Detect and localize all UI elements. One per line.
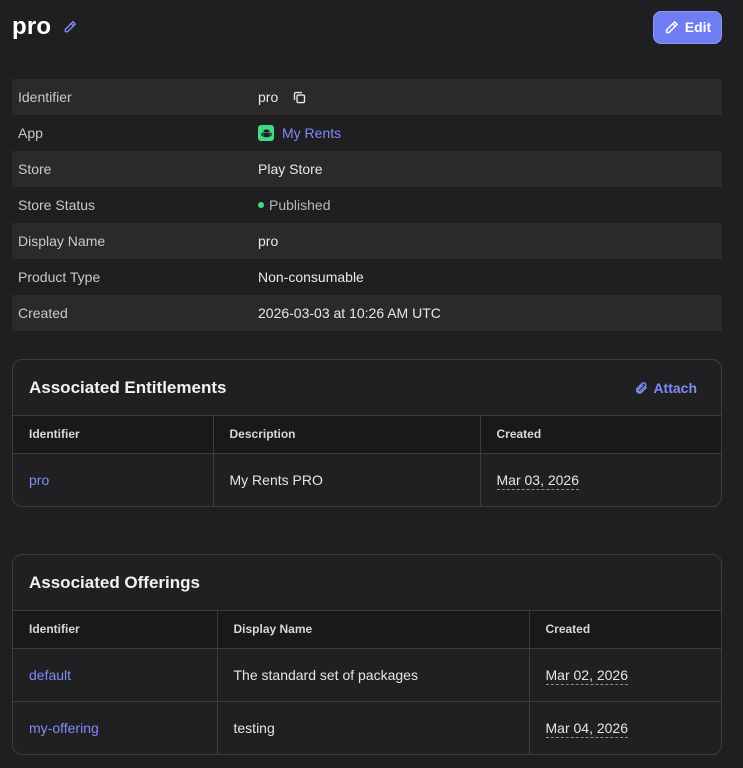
detail-value: Published xyxy=(258,197,331,213)
column-header[interactable]: Created xyxy=(529,611,721,649)
table-cell: Mar 02, 2026 xyxy=(529,648,721,702)
detail-value: pro xyxy=(258,89,307,105)
offerings-card: Associated Offerings Identifier Display … xyxy=(12,554,722,755)
offering-link[interactable]: my-offering xyxy=(29,720,99,736)
attach-label: Attach xyxy=(653,379,697,396)
created-date: Mar 03, 2026 xyxy=(496,471,579,490)
column-header[interactable]: Display Name xyxy=(217,611,530,649)
edit-button[interactable]: Edit xyxy=(653,10,722,44)
detail-row-identifier: Identifier pro xyxy=(12,79,722,115)
detail-row-app: App My Rents xyxy=(12,115,722,151)
detail-value: Play Store xyxy=(258,161,323,177)
detail-row-product-type: Product Type Non-consumable xyxy=(12,259,722,295)
edit-label: Edit xyxy=(684,19,712,35)
created-date: Mar 04, 2026 xyxy=(545,719,628,738)
column-header[interactable]: Description xyxy=(213,416,481,454)
table-cell: testing xyxy=(217,701,530,754)
offering-link[interactable]: default xyxy=(29,667,71,683)
title-wrap: pro xyxy=(12,13,77,41)
table-row: my-offering testing Mar 04, 2026 xyxy=(13,701,721,754)
column-header[interactable]: Identifier xyxy=(13,416,214,454)
detail-label: Created xyxy=(18,305,68,321)
page-title: pro xyxy=(12,13,52,40)
detail-row-created: Created 2026-03-03 at 10:26 AM UTC xyxy=(12,295,722,331)
detail-label: Display Name xyxy=(18,233,106,249)
offerings-header: Associated Offerings xyxy=(13,555,721,611)
detail-row-display-name: Display Name pro xyxy=(12,223,722,259)
table-row: pro My Rents PRO Mar 03, 2026 xyxy=(13,453,721,506)
edit-pencil-icon xyxy=(664,20,679,35)
detail-label: App xyxy=(18,125,43,141)
paperclip-icon xyxy=(634,380,648,395)
detail-value: My Rents xyxy=(258,125,341,141)
table-header-row: Identifier Description Created xyxy=(13,416,721,454)
table-row: default The standard set of packages Mar… xyxy=(13,648,721,702)
table-cell: Mar 03, 2026 xyxy=(480,453,721,506)
entitlements-header: Associated Entitlements Attach xyxy=(13,360,721,416)
detail-row-store: Store Play Store xyxy=(12,151,722,187)
detail-value: Non-consumable xyxy=(258,269,364,285)
pencil-icon[interactable] xyxy=(63,20,77,34)
detail-label: Identifier xyxy=(18,89,72,105)
detail-label: Product Type xyxy=(18,269,101,285)
status-text: Published xyxy=(269,197,331,213)
android-icon xyxy=(258,125,274,141)
table-cell: my-offering xyxy=(13,701,218,754)
offerings-title: Associated Offerings xyxy=(29,572,200,592)
table-cell: pro xyxy=(13,453,214,506)
detail-value: 2026-03-03 at 10:26 AM UTC xyxy=(258,305,441,321)
entitlement-link[interactable]: pro xyxy=(29,472,49,488)
table-cell: default xyxy=(13,648,218,702)
detail-label: Store Status xyxy=(18,197,96,213)
column-header[interactable]: Identifier xyxy=(13,611,218,649)
entitlements-title: Associated Entitlements xyxy=(29,377,227,397)
product-details: Identifier pro App My Rents Store Play S… xyxy=(12,79,722,331)
copy-icon[interactable] xyxy=(292,90,307,105)
column-header[interactable]: Created xyxy=(480,416,721,454)
table-cell: The standard set of packages xyxy=(217,648,530,702)
attach-button[interactable]: Attach xyxy=(634,380,697,396)
page-header: pro Edit xyxy=(12,10,722,44)
detail-row-store-status: Store Status Published xyxy=(12,187,722,223)
table-cell: Mar 04, 2026 xyxy=(529,701,721,754)
identifier-value: pro xyxy=(258,89,279,105)
detail-label: Store xyxy=(18,161,52,177)
detail-value: pro xyxy=(258,233,279,249)
offerings-table: Identifier Display Name Created default … xyxy=(13,611,721,754)
app-link[interactable]: My Rents xyxy=(282,125,341,141)
table-cell: My Rents PRO xyxy=(213,453,481,506)
status-dot-icon xyxy=(258,202,264,208)
entitlements-table: Identifier Description Created pro My Re… xyxy=(13,416,721,506)
created-date: Mar 02, 2026 xyxy=(545,666,628,685)
entitlements-card: Associated Entitlements Attach Identifie… xyxy=(12,359,722,507)
table-header-row: Identifier Display Name Created xyxy=(13,611,721,649)
